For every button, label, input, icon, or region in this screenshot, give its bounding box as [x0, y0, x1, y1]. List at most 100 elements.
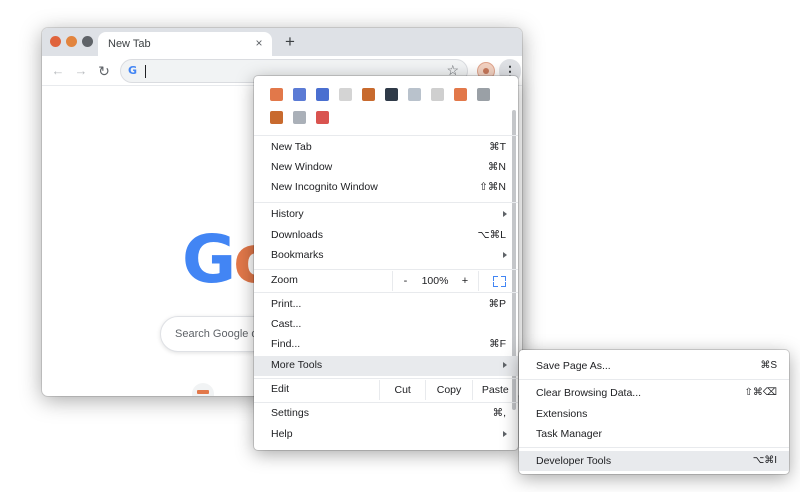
menu-item-label: Find... — [271, 338, 301, 350]
menu-item-label: Zoom — [271, 274, 298, 286]
notebook-icon[interactable] — [270, 111, 283, 124]
new-tab-button[interactable]: + — [280, 32, 300, 52]
submenu-arrow-icon — [503, 252, 507, 258]
submenu-item-extensions[interactable]: Extensions — [519, 404, 789, 424]
menu-item-bookmarks[interactable]: Bookmarks — [254, 246, 518, 266]
menu-item-help[interactable]: Help — [254, 425, 518, 445]
rocket-icon[interactable] — [316, 111, 329, 124]
menu-item-label: New Incognito Window — [271, 181, 378, 193]
menu-item-shortcut: ⌘N — [487, 161, 506, 173]
menu-divider — [254, 269, 518, 270]
close-window-button[interactable] — [50, 36, 61, 47]
menu-item-new-tab[interactable]: New Tab ⌘T — [254, 138, 518, 158]
paste-button[interactable]: Paste — [471, 380, 518, 400]
back-arrow-icon[interactable]: ← — [49, 62, 67, 80]
menu-item-shortcut: ⌘, — [492, 407, 506, 419]
menu-item-edit: Edit Cut Copy Paste — [254, 380, 518, 400]
submenu-item-label: Task Manager — [536, 428, 602, 440]
extension-icons-row — [270, 111, 339, 124]
frame-icon[interactable] — [293, 111, 306, 124]
zoom-level: 100% — [421, 275, 449, 287]
menu-item-label: History — [271, 208, 304, 220]
submenu-arrow-icon — [503, 211, 507, 217]
cut-button[interactable]: Cut — [379, 380, 425, 400]
submenu-item-label: Developer Tools — [536, 455, 612, 467]
menu-item-label: Cast... — [271, 318, 302, 330]
menu-divider — [254, 202, 518, 203]
menu-item-downloads[interactable]: Downloads ⌥⌘L — [254, 226, 518, 246]
zoom-controls: - 100% + — [392, 271, 518, 291]
zoom-out-button[interactable]: - — [392, 271, 418, 291]
menu-item-find[interactable]: Find... ⌘F — [254, 335, 518, 355]
menu-divider — [254, 135, 518, 136]
menu-item-new-window[interactable]: New Window ⌘N — [254, 158, 518, 178]
menu-item-label: New Window — [271, 161, 333, 173]
tab-title: New Tab — [108, 38, 151, 50]
tab-strip: New Tab × + — [42, 28, 522, 56]
google-g-icon: G — [128, 64, 138, 77]
submenu-item-clear-browsing-data[interactable]: Clear Browsing Data... ⇧⌘⌫ — [519, 383, 789, 403]
text-cursor — [145, 65, 146, 78]
menu-item-zoom: Zoom - 100% + — [254, 271, 518, 291]
fullscreen-icon[interactable] — [478, 271, 518, 291]
menu-item-label: Help — [271, 428, 293, 440]
triangle-icon[interactable] — [293, 88, 306, 101]
menu-item-label: Print... — [271, 298, 302, 310]
chart-icon[interactable] — [454, 88, 467, 101]
menu-item-label: Edit — [271, 383, 290, 395]
shield-icon[interactable] — [316, 88, 329, 101]
laptop-icon[interactable] — [477, 88, 490, 101]
menu-item-shortcut: ⌘T — [489, 141, 506, 153]
submenu-item-save-page-as[interactable]: Save Page As... ⌘S — [519, 356, 789, 376]
more-tools-submenu: Save Page As... ⌘S Clear Browsing Data..… — [519, 350, 789, 474]
menu-item-shortcut: ⌘P — [488, 298, 506, 310]
book-icon[interactable] — [362, 88, 375, 101]
menu-item-history[interactable]: History — [254, 205, 518, 225]
tab-new-tab[interactable]: New Tab × — [98, 32, 272, 56]
forward-arrow-icon[interactable]: → — [72, 62, 90, 80]
shortcut-tile[interactable] — [192, 383, 214, 396]
menu-divider — [519, 379, 789, 380]
menu-item-shortcut: ⌘F — [489, 338, 506, 350]
menu-divider — [254, 402, 518, 403]
menu-item-shortcut: ⌥⌘L — [477, 229, 506, 241]
menu-item-label: More Tools — [271, 359, 323, 371]
submenu-item-label: Clear Browsing Data... — [536, 387, 642, 399]
globe-icon[interactable] — [385, 88, 398, 101]
submenu-item-task-manager[interactable]: Task Manager — [519, 424, 789, 444]
menu-item-print[interactable]: Print... ⌘P — [254, 295, 518, 315]
menu-divider — [254, 292, 518, 293]
menu-divider — [254, 378, 518, 379]
copy-button[interactable]: Copy — [425, 380, 471, 400]
ruler-icon[interactable] — [431, 88, 444, 101]
menu-item-new-incognito-window[interactable]: New Incognito Window ⇧⌘N — [254, 178, 518, 198]
ghost-icon[interactable] — [408, 88, 421, 101]
chrome-menu: New Tab ⌘T New Window ⌘N New Incognito W… — [254, 76, 518, 450]
submenu-arrow-icon — [503, 431, 507, 437]
menu-item-label: Settings — [271, 407, 309, 419]
checker-icon[interactable] — [339, 88, 352, 101]
menu-item-more-tools[interactable]: More Tools — [254, 356, 518, 376]
submenu-item-developer-tools[interactable]: Developer Tools ⌥⌘I — [519, 451, 789, 471]
zoom-in-button[interactable]: + — [452, 271, 478, 291]
menu-item-settings[interactable]: Settings ⌘, — [254, 404, 518, 424]
submenu-item-shortcut: ⇧⌘⌫ — [744, 387, 777, 398]
submenu-arrow-icon — [503, 362, 507, 368]
close-tab-icon[interactable]: × — [252, 36, 266, 50]
submenu-item-shortcut: ⌘S — [760, 360, 777, 371]
minimize-window-button[interactable] — [66, 36, 77, 47]
maximize-window-button[interactable] — [82, 36, 93, 47]
speedometer-icon[interactable] — [270, 88, 283, 101]
menu-item-cast[interactable]: Cast... — [254, 315, 518, 335]
menu-item-label: Downloads — [271, 229, 323, 241]
menu-item-label: New Tab — [271, 141, 312, 153]
menu-item-shortcut: ⇧⌘N — [479, 181, 506, 193]
google-logo-letter: G — [182, 221, 236, 298]
menu-divider — [519, 447, 789, 448]
menu-item-label: Bookmarks — [271, 249, 324, 261]
submenu-item-label: Extensions — [536, 408, 588, 420]
reload-icon[interactable]: ↻ — [95, 62, 113, 80]
extension-icons-row — [270, 88, 500, 101]
submenu-item-shortcut: ⌥⌘I — [752, 455, 777, 466]
submenu-item-label: Save Page As... — [536, 360, 611, 372]
